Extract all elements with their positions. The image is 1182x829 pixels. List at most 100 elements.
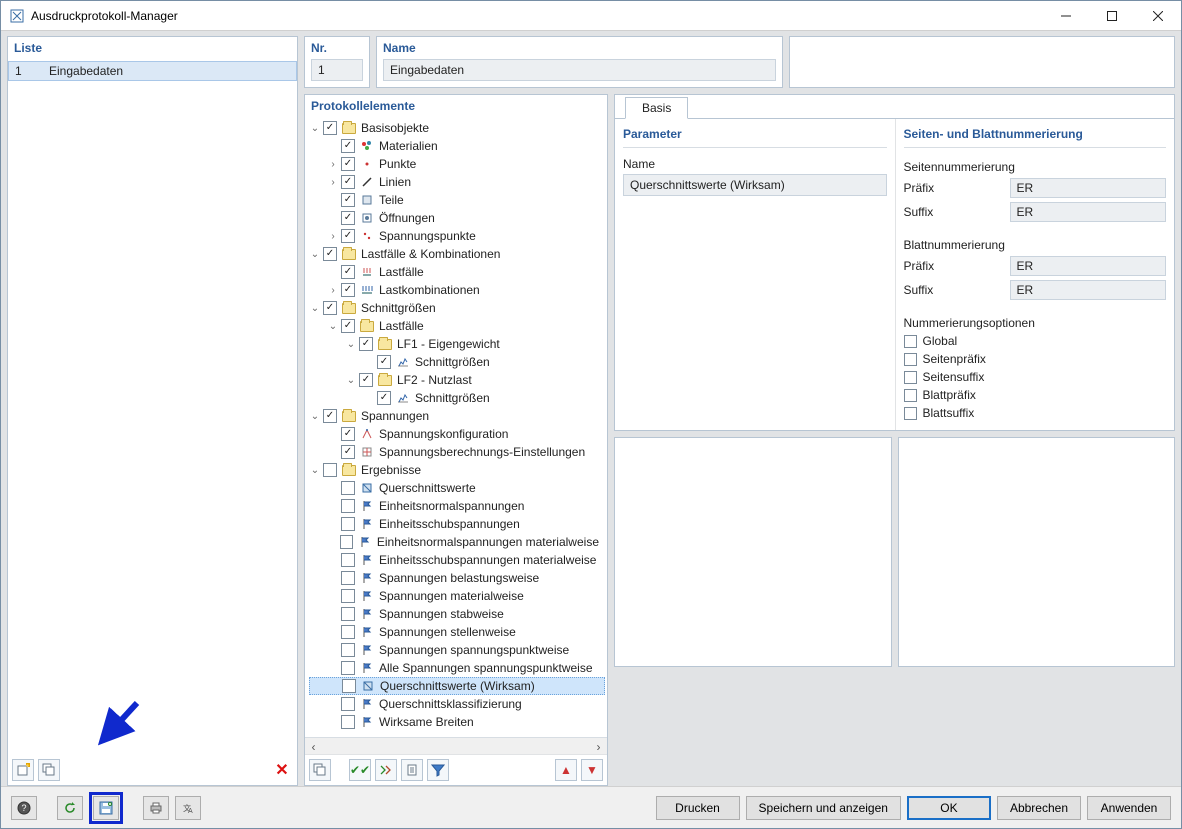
apply-button[interactable]: Anwenden bbox=[1087, 796, 1171, 820]
checkbox[interactable] bbox=[904, 389, 917, 402]
tree-checkbox[interactable] bbox=[341, 175, 355, 189]
numbering-option[interactable]: Seitenpräfix bbox=[904, 350, 1167, 368]
tree-checkbox[interactable] bbox=[341, 643, 355, 657]
tree-checkbox[interactable] bbox=[377, 391, 391, 405]
tree-checkbox[interactable] bbox=[377, 355, 391, 369]
page-suffix-input[interactable]: ER bbox=[1010, 202, 1167, 222]
tree-checkbox[interactable] bbox=[341, 697, 355, 711]
help-button[interactable]: ? bbox=[11, 796, 37, 820]
sheet-suffix-input[interactable]: ER bbox=[1010, 280, 1167, 300]
tree-checkbox[interactable] bbox=[341, 193, 355, 207]
tree-checkbox[interactable] bbox=[341, 625, 355, 639]
tree-checkbox[interactable] bbox=[341, 139, 355, 153]
ok-button[interactable]: OK bbox=[907, 796, 991, 820]
tree-checkbox[interactable] bbox=[359, 373, 373, 387]
chevron-right-icon[interactable]: › bbox=[327, 159, 339, 170]
tree-checkbox[interactable] bbox=[341, 265, 355, 279]
numbering-option[interactable]: Blattsuffix bbox=[904, 404, 1167, 422]
chevron-right-icon[interactable]: › bbox=[327, 177, 339, 188]
tree-checkbox[interactable] bbox=[341, 157, 355, 171]
sheet-prefix-input[interactable]: ER bbox=[1010, 256, 1167, 276]
tree-move-up-button[interactable] bbox=[555, 759, 577, 781]
tree-item[interactable]: ›Punkte bbox=[309, 155, 605, 173]
tree-item[interactable]: ·Spannungen belastungsweise bbox=[309, 569, 605, 587]
tree-move-down-button[interactable] bbox=[581, 759, 603, 781]
close-button[interactable] bbox=[1135, 1, 1181, 31]
chevron-down-icon[interactable]: ⌄ bbox=[327, 321, 339, 332]
tree-item[interactable]: ⌄Ergebnisse bbox=[309, 461, 605, 479]
tree-checkbox[interactable] bbox=[341, 715, 355, 729]
tree-item[interactable]: ·Spannungen stabweise bbox=[309, 605, 605, 623]
tree-item[interactable]: ·Querschnittsklassifizierung bbox=[309, 695, 605, 713]
tree-item[interactable]: ·Wirksame Breiten bbox=[309, 713, 605, 731]
chevron-down-icon[interactable]: ⌄ bbox=[345, 339, 357, 350]
tree-item[interactable]: ⌄Basisobjekte bbox=[309, 119, 605, 137]
delete-protocol-button[interactable]: ✕ bbox=[271, 759, 293, 781]
tree-item[interactable]: ·Einheitsnormalspannungen materialweise bbox=[309, 533, 605, 551]
tree-item[interactable]: ·Einheitsschubspannungen bbox=[309, 515, 605, 533]
translate-button[interactable]: 文A bbox=[175, 796, 201, 820]
chevron-down-icon[interactable]: ⌄ bbox=[345, 375, 357, 386]
new-protocol-button[interactable] bbox=[12, 759, 34, 781]
tree-item[interactable]: ·Schnittgrößen bbox=[309, 389, 605, 407]
tree-item[interactable]: ·Öffnungen bbox=[309, 209, 605, 227]
checkbox[interactable] bbox=[904, 335, 917, 348]
numbering-option[interactable]: Blattpräfix bbox=[904, 386, 1167, 404]
page-prefix-input[interactable]: ER bbox=[1010, 178, 1167, 198]
numbering-option[interactable]: Global bbox=[904, 332, 1167, 350]
tree[interactable]: ⌄Basisobjekte·Materialien›Punkte›Linien·… bbox=[305, 119, 607, 737]
tree-checkbox[interactable] bbox=[341, 553, 355, 567]
tree-checkbox[interactable] bbox=[341, 211, 355, 225]
tree-check-all-button[interactable]: ✔✔ bbox=[349, 759, 371, 781]
chevron-right-icon[interactable]: › bbox=[327, 285, 339, 296]
tree-item[interactable]: ·Querschnittswerte bbox=[309, 479, 605, 497]
tree-checkbox[interactable] bbox=[341, 499, 355, 513]
tree-item[interactable]: ⌄Schnittgrößen bbox=[309, 299, 605, 317]
name-value[interactable]: Eingabedaten bbox=[383, 59, 776, 81]
numbering-option[interactable]: Seitensuffix bbox=[904, 368, 1167, 386]
tab-basis[interactable]: Basis bbox=[625, 97, 688, 119]
duplicate-protocol-button[interactable] bbox=[38, 759, 60, 781]
list-body[interactable]: 1 Eingabedaten bbox=[8, 61, 297, 755]
tree-checkbox[interactable] bbox=[341, 517, 355, 531]
chevron-down-icon[interactable]: ⌄ bbox=[309, 411, 321, 422]
tree-uncheck-all-button[interactable] bbox=[375, 759, 397, 781]
checkbox[interactable] bbox=[904, 353, 917, 366]
tree-checkbox[interactable] bbox=[340, 535, 354, 549]
tree-checkbox[interactable] bbox=[341, 661, 355, 675]
checkbox[interactable] bbox=[904, 407, 917, 420]
tree-checkbox[interactable] bbox=[341, 319, 355, 333]
tree-filter-button[interactable] bbox=[427, 759, 449, 781]
minimize-button[interactable] bbox=[1043, 1, 1089, 31]
tree-checkbox[interactable] bbox=[323, 409, 337, 423]
save-button[interactable] bbox=[93, 796, 119, 820]
tree-checkbox[interactable] bbox=[341, 229, 355, 243]
tree-checkbox[interactable] bbox=[323, 301, 337, 315]
tree-item[interactable]: ·Lastfälle bbox=[309, 263, 605, 281]
tree-item[interactable]: ⌄Lastfälle bbox=[309, 317, 605, 335]
tree-item[interactable]: ·Spannungen spannungspunktweise bbox=[309, 641, 605, 659]
chevron-down-icon[interactable]: ⌄ bbox=[309, 303, 321, 314]
tree-item[interactable]: ·Einheitsschubspannungen materialweise bbox=[309, 551, 605, 569]
tree-item[interactable]: ·Teile bbox=[309, 191, 605, 209]
tree-checkbox[interactable] bbox=[341, 571, 355, 585]
tree-checkbox[interactable] bbox=[341, 589, 355, 603]
chevron-down-icon[interactable]: ⌄ bbox=[309, 123, 321, 134]
maximize-button[interactable] bbox=[1089, 1, 1135, 31]
tree-item[interactable]: ⌄LF2 - Nutzlast bbox=[309, 371, 605, 389]
tree-hscrollbar[interactable]: ‹› bbox=[305, 737, 607, 754]
parameter-name-value[interactable]: Querschnittswerte (Wirksam) bbox=[623, 174, 887, 196]
chevron-down-icon[interactable]: ⌄ bbox=[309, 465, 321, 476]
save-and-show-button[interactable]: Speichern und anzeigen bbox=[746, 796, 901, 820]
tree-checkbox[interactable] bbox=[323, 247, 337, 261]
tree-item[interactable]: ›Linien bbox=[309, 173, 605, 191]
tree-item[interactable]: ·Materialien bbox=[309, 137, 605, 155]
tree-item[interactable]: ›Lastkombinationen bbox=[309, 281, 605, 299]
tree-item[interactable]: ·Alle Spannungen spannungspunktweise bbox=[309, 659, 605, 677]
tree-item[interactable]: ›Spannungspunkte bbox=[309, 227, 605, 245]
tree-checkbox[interactable] bbox=[323, 121, 337, 135]
tree-item[interactable]: ·Schnittgrößen bbox=[309, 353, 605, 371]
tree-item[interactable]: ·Querschnittswerte (Wirksam) bbox=[309, 677, 605, 695]
cancel-button[interactable]: Abbrechen bbox=[997, 796, 1081, 820]
tree-checkbox[interactable] bbox=[341, 445, 355, 459]
